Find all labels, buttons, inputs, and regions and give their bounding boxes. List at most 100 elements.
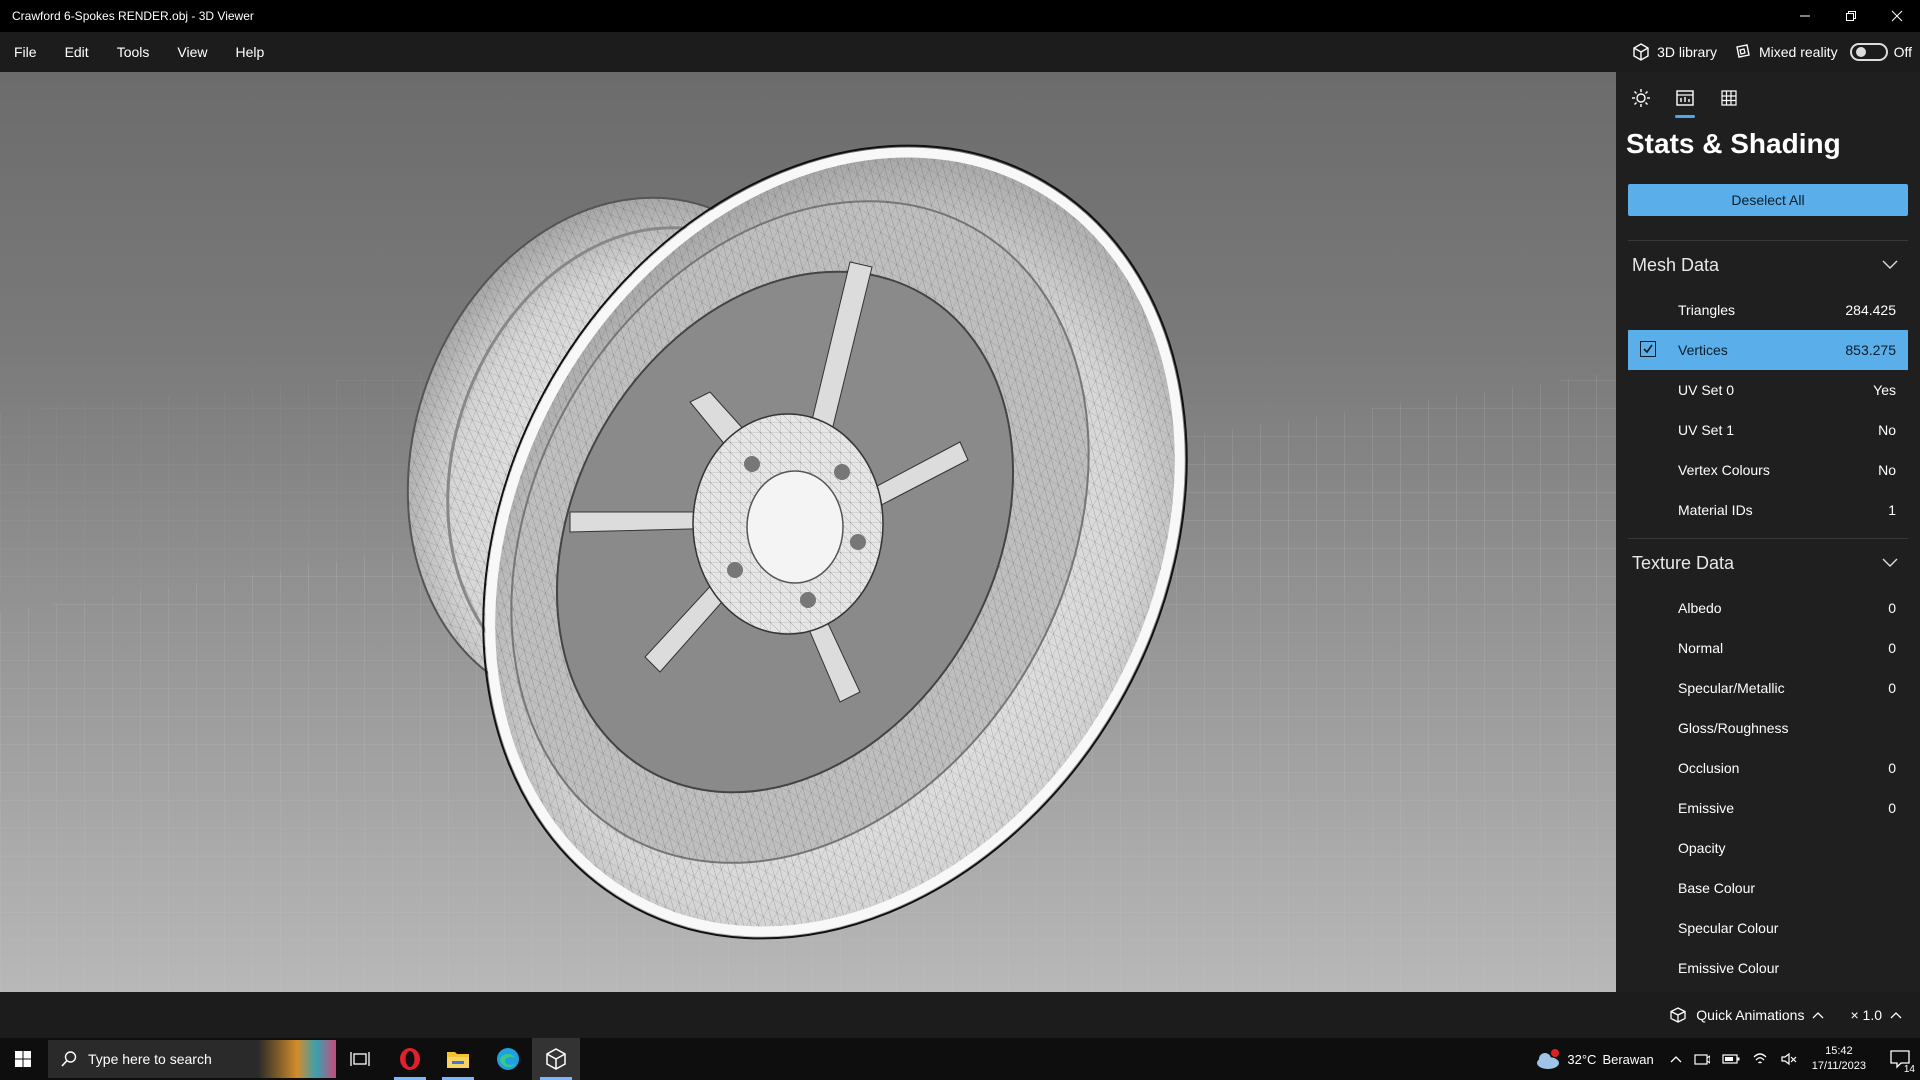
animation-cube-icon — [1670, 1007, 1686, 1023]
restore-icon — [1846, 11, 1856, 21]
mesh-row-vertices[interactable]: Vertices 853.275 — [1628, 330, 1908, 370]
texture-row-specular-metallic[interactable]: Specular/Metallic 0 — [1628, 668, 1908, 708]
cube-icon — [1633, 43, 1649, 61]
row-value: 0 — [1888, 680, 1896, 696]
close-button[interactable] — [1874, 0, 1920, 32]
mesh-row-uv-set-0[interactable]: UV Set 0 Yes — [1628, 370, 1908, 410]
start-button[interactable] — [0, 1038, 46, 1080]
texture-row-emissive-colour[interactable]: Emissive Colour — [1628, 948, 1908, 988]
row-label: Base Colour — [1678, 880, 1756, 896]
taskbar-search[interactable]: Type here to search — [48, 1040, 336, 1078]
cloudy-weather-icon — [1537, 1049, 1560, 1069]
window-title: Crawford 6-Spokes RENDER.obj - 3D Viewer — [12, 9, 254, 23]
row-value: 0 — [1888, 760, 1896, 776]
taskbar-3d-viewer[interactable] — [532, 1038, 580, 1080]
notification-center-button[interactable]: 14 — [1880, 1038, 1920, 1080]
texture-row-base-colour[interactable]: Base Colour — [1628, 868, 1908, 908]
tab-lighting[interactable] — [1626, 84, 1656, 112]
texture-row-emissive[interactable]: Emissive 0 — [1628, 788, 1908, 828]
row-label: Opacity — [1678, 840, 1726, 856]
folder-icon — [447, 1052, 469, 1068]
texture-data-label: Texture Data — [1632, 552, 1735, 573]
wheel-render — [0, 144, 1616, 992]
restore-button[interactable] — [1828, 0, 1874, 32]
mesh-data-header[interactable]: Mesh Data — [1628, 240, 1908, 289]
mixed-reality-button[interactable]: Mixed reality Off — [1733, 42, 1912, 62]
search-highlight-image — [258, 1040, 336, 1078]
weather-temp: 32°C — [1567, 1051, 1597, 1067]
tray-overflow-chevron-icon[interactable] — [1670, 1054, 1682, 1064]
stats-icon — [1676, 90, 1694, 106]
menu-bar: File Edit Tools View Help 3D library Mix… — [0, 32, 1920, 72]
animation-speed[interactable]: × 1.0 — [1850, 1007, 1882, 1023]
texture-row-albedo[interactable]: Albedo 0 — [1628, 588, 1908, 628]
animation-bar: Quick Animations × 1.0 — [0, 992, 1920, 1038]
lighting-icon — [1632, 89, 1650, 107]
wifi-icon[interactable] — [1752, 1051, 1768, 1067]
row-value: Yes — [1873, 382, 1896, 398]
3d-library-button[interactable]: 3D library — [1631, 42, 1717, 62]
search-placeholder: Type here to search — [88, 1051, 212, 1067]
task-view-icon — [350, 1052, 370, 1066]
texture-row-normal[interactable]: Normal 0 — [1628, 628, 1908, 668]
chevron-down-icon — [1882, 558, 1898, 567]
row-value: No — [1878, 462, 1896, 478]
mixed-reality-toggle[interactable] — [1849, 43, 1888, 61]
row-label: Emissive Colour — [1678, 960, 1780, 976]
windows-icon — [15, 1051, 31, 1067]
mixed-reality-state: Off — [1893, 44, 1912, 60]
mesh-data-label: Mesh Data — [1632, 254, 1720, 275]
taskbar-edge[interactable] — [484, 1038, 532, 1080]
clock-date: 17/11/2023 — [1811, 1060, 1866, 1072]
taskbar-opera[interactable] — [386, 1038, 434, 1080]
quick-animations-button[interactable]: Quick Animations — [1696, 1007, 1804, 1023]
texture-row-specular-colour[interactable]: Specular Colour — [1628, 908, 1908, 948]
battery-icon[interactable] — [1722, 1052, 1740, 1066]
tab-stats[interactable] — [1670, 84, 1700, 118]
weather-widget[interactable]: 32°C Berawan — [1535, 1048, 1654, 1070]
row-label: UV Set 0 — [1678, 382, 1735, 398]
row-value: 0 — [1888, 600, 1896, 616]
menu-tools[interactable]: Tools — [103, 44, 164, 60]
task-view-button[interactable] — [336, 1038, 384, 1080]
menu-view[interactable]: View — [163, 44, 221, 60]
texture-row-gloss-roughness[interactable]: Gloss/Roughness — [1628, 708, 1908, 748]
chevron-down-icon — [1882, 260, 1898, 269]
weather-text: Berawan — [1602, 1051, 1654, 1067]
clock-time: 15:42 — [1825, 1045, 1853, 1057]
checkbox-checked-icon[interactable] — [1640, 341, 1656, 357]
meet-now-icon[interactable] — [1694, 1051, 1710, 1067]
row-value: No — [1878, 422, 1896, 438]
3d-library-label: 3D library — [1657, 44, 1717, 60]
mesh-row-vertex-colours[interactable]: Vertex Colours No — [1628, 450, 1908, 490]
chevron-up-icon[interactable] — [1890, 1011, 1902, 1019]
minimize-button[interactable] — [1782, 0, 1828, 32]
3d-viewport[interactable] — [0, 72, 1616, 992]
edge-icon — [497, 1048, 519, 1070]
row-value: 1 — [1888, 502, 1896, 518]
chevron-up-icon[interactable] — [1812, 1011, 1824, 1019]
menu-edit[interactable]: Edit — [51, 44, 103, 60]
panel-title: Stats & Shading — [1626, 128, 1841, 159]
menu-help[interactable]: Help — [221, 44, 278, 60]
mesh-row-triangles[interactable]: Triangles 284.425 — [1628, 290, 1908, 330]
mesh-row-uv-set-1[interactable]: UV Set 1 No — [1628, 410, 1908, 450]
menu-file[interactable]: File — [0, 44, 51, 60]
row-value: 284.425 — [1845, 302, 1896, 318]
row-value: 0 — [1888, 640, 1896, 656]
row-label: Material IDs — [1678, 502, 1753, 518]
texture-data-header[interactable]: Texture Data — [1628, 538, 1908, 587]
texture-row-opacity[interactable]: Opacity — [1628, 828, 1908, 868]
taskbar-file-explorer[interactable] — [434, 1038, 482, 1080]
deselect-all-button[interactable]: Deselect All — [1628, 184, 1908, 216]
texture-row-occlusion[interactable]: Occlusion 0 — [1628, 748, 1908, 788]
row-label: Specular/Metallic — [1678, 680, 1785, 696]
volume-muted-icon[interactable] — [1780, 1051, 1798, 1067]
notification-count: 14 — [1902, 1064, 1916, 1075]
mixed-reality-label: Mixed reality — [1758, 44, 1838, 60]
close-icon — [1891, 10, 1903, 22]
taskbar-clock[interactable]: 15:42 17/11/2023 — [1812, 1044, 1866, 1074]
3d-viewer-icon — [546, 1048, 566, 1070]
tab-grid[interactable] — [1714, 84, 1744, 112]
mesh-row-material-ids[interactable]: Material IDs 1 — [1628, 490, 1908, 530]
